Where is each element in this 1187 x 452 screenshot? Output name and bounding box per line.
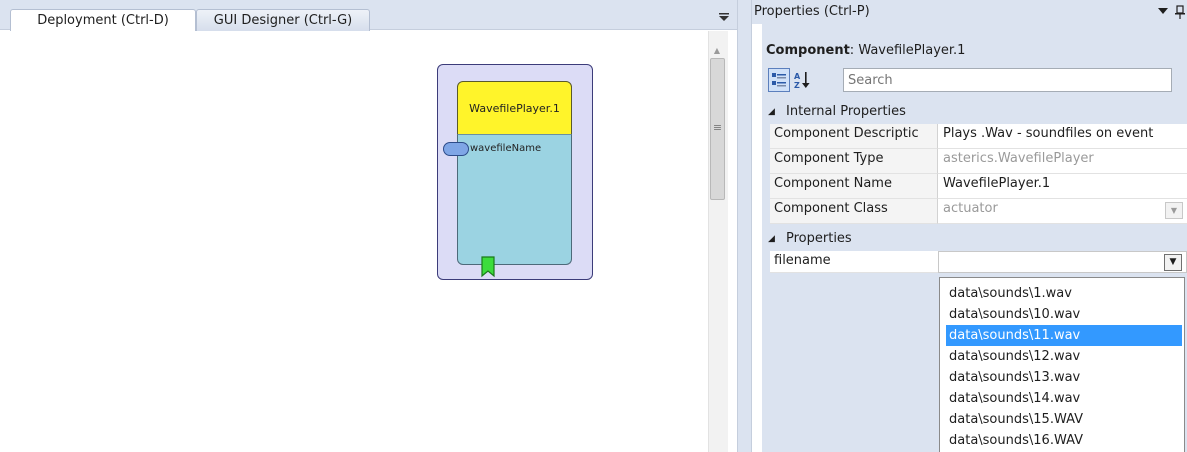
property-name: Component Type — [770, 149, 938, 174]
categorized-view-button[interactable] — [768, 68, 790, 92]
property-row[interactable]: Component Descriptic Plays .Wav - soundf… — [770, 124, 1187, 149]
property-value-text: actuator — [943, 201, 998, 216]
tab-gui-designer[interactable]: GUI Designer (Ctrl-G) — [196, 9, 370, 31]
section-label: Properties — [786, 231, 852, 246]
sort-az-icon: A Z — [794, 72, 810, 90]
tab-deployment[interactable]: Deployment (Ctrl-D) — [10, 9, 196, 31]
tab-list-dropdown-icon[interactable] — [718, 11, 730, 23]
dropdown-option[interactable]: data\sounds\10.wav — [946, 304, 1182, 325]
search-box[interactable] — [843, 68, 1172, 92]
component-heading-label: Component — [766, 43, 850, 58]
dropdown-option[interactable]: data\sounds\1.wav — [946, 283, 1182, 304]
panel-menu-dropdown-icon[interactable] — [1157, 6, 1169, 18]
property-value[interactable]: WavefilePlayer.1 — [938, 174, 1187, 199]
filename-dropdown-list[interactable]: data\sounds\1.wav data\sounds\10.wav dat… — [939, 277, 1185, 452]
component-heading: Component: WavefilePlayer.1 — [766, 43, 966, 58]
dropdown-option[interactable]: data\sounds\14.wav — [946, 388, 1182, 409]
internal-properties-section[interactable]: ◢ Internal Properties — [762, 101, 1187, 123]
scrollbar-grip-icon: ≡ — [712, 121, 723, 134]
component-title[interactable]: WavefilePlayer.1 — [457, 81, 572, 135]
property-name: Component Class — [770, 199, 938, 224]
property-value: actuator ▼ — [938, 199, 1187, 224]
filename-combobox[interactable]: ▼ — [938, 251, 1187, 273]
property-row[interactable]: Component Class actuator ▼ — [770, 199, 1187, 224]
component-heading-value: WavefilePlayer.1 — [858, 43, 966, 58]
properties-title: Properties (Ctrl-P) — [754, 4, 870, 19]
dropdown-option[interactable]: data\sounds\12.wav — [946, 346, 1182, 367]
dropdown-option[interactable]: data\sounds\13.wav — [946, 367, 1182, 388]
categorized-icon — [772, 73, 786, 87]
tab-strip: Deployment (Ctrl-D) GUI Designer (Ctrl-G… — [0, 0, 737, 31]
property-name: Component Descriptic — [770, 124, 938, 149]
chevron-down-icon[interactable]: ▼ — [1164, 254, 1182, 271]
property-row[interactable]: Component Type asterics.WavefilePlayer — [770, 149, 1187, 174]
collapse-triangle-icon[interactable]: ◢ — [768, 101, 775, 123]
svg-text:Z: Z — [794, 81, 800, 90]
dropdown-option[interactable]: data\sounds\15.WAV — [946, 409, 1182, 430]
scroll-up-arrow-icon[interactable]: ▲ — [710, 45, 724, 57]
chevron-down-icon: ▼ — [1165, 202, 1183, 219]
dropdown-option[interactable]: data\sounds\16.WAV — [946, 430, 1182, 451]
property-row[interactable]: Component Name WavefilePlayer.1 — [770, 174, 1187, 199]
svg-text:A: A — [794, 72, 801, 81]
deployment-canvas[interactable] — [0, 31, 708, 452]
property-value[interactable]: Plays .Wav - soundfiles on event — [938, 124, 1187, 149]
input-port-label: wavefileName — [470, 143, 542, 154]
alphabetical-sort-button[interactable]: A Z — [791, 68, 813, 92]
pane-splitter[interactable] — [737, 0, 752, 452]
pin-icon[interactable] — [1174, 5, 1186, 19]
input-port[interactable] — [443, 142, 469, 156]
filename-row[interactable]: filename ▼ — [770, 251, 1187, 273]
property-name: Component Name — [770, 174, 938, 199]
search-input[interactable] — [848, 72, 1158, 88]
event-port-icon[interactable] — [481, 256, 495, 278]
filename-label: filename — [770, 251, 938, 273]
section-label: Internal Properties — [786, 104, 906, 119]
collapse-triangle-icon[interactable]: ◢ — [768, 228, 775, 250]
property-value: asterics.WavefilePlayer — [938, 149, 1187, 174]
properties-section[interactable]: ◢ Properties — [762, 228, 1187, 250]
dropdown-option-selected[interactable]: data\sounds\11.wav — [946, 325, 1182, 346]
